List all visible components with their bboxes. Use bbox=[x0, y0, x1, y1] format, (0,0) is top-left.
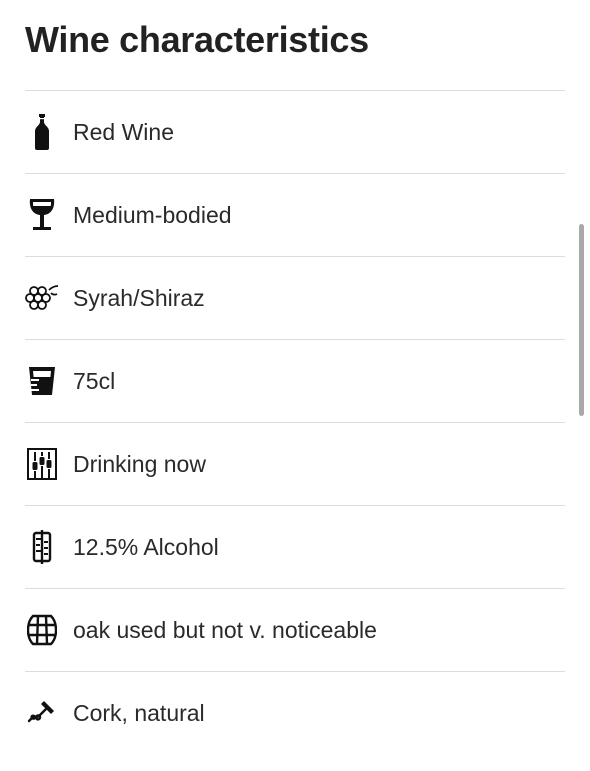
list-item: Syrah/Shiraz bbox=[25, 256, 565, 339]
list-item: oak used but not v. noticeable bbox=[25, 588, 565, 671]
list-item: Drinking now bbox=[25, 422, 565, 505]
list-item: 75cl bbox=[25, 339, 565, 422]
wine-bottle-icon bbox=[25, 113, 59, 151]
list-item: Cork, natural bbox=[25, 671, 565, 754]
corkscrew-icon bbox=[25, 694, 59, 732]
vertical-scrollbar[interactable] bbox=[579, 224, 584, 416]
measuring-cup-icon bbox=[25, 362, 59, 400]
grapes-icon bbox=[25, 279, 59, 317]
characteristic-label: Medium-bodied bbox=[73, 202, 232, 228]
wine-glass-icon bbox=[25, 196, 59, 234]
alcohol-gauge-icon bbox=[25, 528, 59, 566]
wine-characteristics-panel: Wine characteristics Red Wine Medium-bod… bbox=[0, 0, 590, 771]
characteristic-label: Syrah/Shiraz bbox=[73, 285, 205, 311]
characteristic-label: 75cl bbox=[73, 368, 116, 394]
page-title: Wine characteristics bbox=[25, 19, 369, 60]
wine-rack-icon bbox=[25, 445, 59, 483]
oak-barrel-icon bbox=[25, 611, 59, 649]
characteristic-label: Red Wine bbox=[73, 119, 174, 145]
characteristic-label: 12.5% Alcohol bbox=[73, 534, 219, 560]
characteristics-list: Red Wine Medium-bodied Syrah/Shiraz 75cl… bbox=[25, 90, 565, 754]
characteristic-label: Cork, natural bbox=[73, 700, 205, 726]
characteristic-label: Drinking now bbox=[73, 451, 206, 477]
list-item: Red Wine bbox=[25, 90, 565, 173]
characteristic-label: oak used but not v. noticeable bbox=[73, 617, 377, 643]
list-item: Medium-bodied bbox=[25, 173, 565, 256]
list-item: 12.5% Alcohol bbox=[25, 505, 565, 588]
